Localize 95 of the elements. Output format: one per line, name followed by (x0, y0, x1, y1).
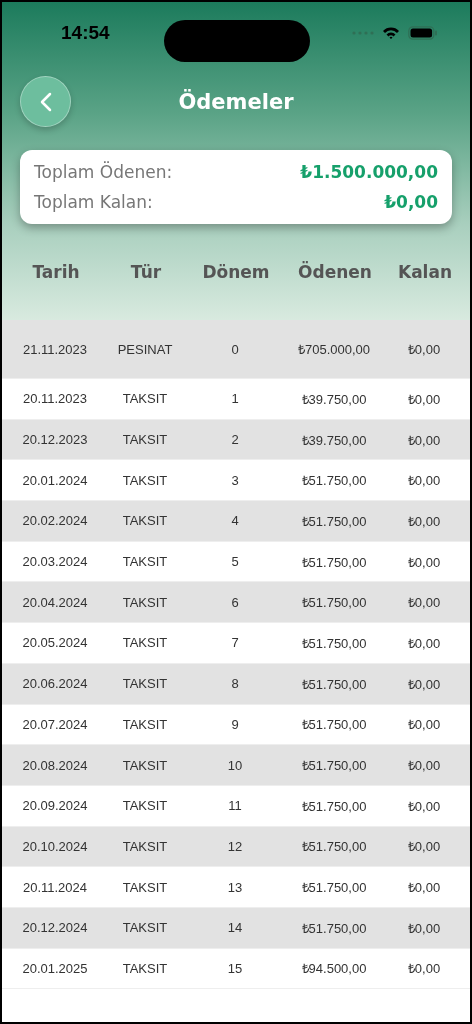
table-cell-text: ₺51.750,00 (300, 838, 368, 856)
table-cell-text: 20.02.2024 (21, 513, 89, 529)
table-cell-text: 20.11.2023 (21, 391, 89, 407)
table-cell-text: ₺0,00 (406, 716, 442, 734)
table-cell-text: ₺0,00 (406, 634, 442, 652)
table-cell-text: 20.09.2024 (21, 798, 89, 814)
table-cell-text: 13 (226, 879, 244, 895)
table-cell-text: TAKSIT (121, 594, 169, 610)
table-cell-text: 8 (230, 676, 240, 692)
table-cell-text: ₺0,00 (406, 341, 442, 358)
table-cell-text: ₺51.750,00 (300, 512, 368, 530)
table-cell-text: TAKSIT (121, 838, 169, 854)
table-cell-text: ₺0,00 (406, 879, 442, 897)
table-cell-text: 10 (226, 757, 244, 773)
table-cell-text: TAKSIT (121, 879, 169, 895)
table-cell-text: ₺51.750,00 (300, 594, 368, 612)
summary-label: Toplam Kalan: (34, 192, 153, 212)
table-cell-text: 20.01.2025 (21, 960, 89, 976)
table-cell-text: 5 (230, 554, 240, 570)
table-cell-text: 20.05.2024 (21, 635, 89, 651)
table-cell-text: 9 (230, 716, 240, 732)
table-cell-text: 6 (230, 594, 240, 610)
battery-icon (408, 26, 438, 40)
status-time: 14:54 (61, 22, 110, 44)
table-cell-text: TAKSIT (121, 716, 169, 732)
table-cell-text: 2 (230, 432, 240, 448)
table-cell-text: ₺94.500,00 (300, 960, 368, 978)
column-header: Tür (129, 262, 163, 282)
table-cell-text: TAKSIT (121, 798, 169, 814)
table-cell-text: ₺0,00 (406, 553, 442, 571)
table-cell-text: TAKSIT (121, 635, 169, 651)
table-cell-text: 20.12.2024 (21, 920, 89, 936)
table-cell-text: 20.01.2024 (21, 472, 89, 488)
table-cell-text: ₺0,00 (406, 390, 442, 408)
table-cell-text: 20.12.2023 (21, 432, 89, 448)
table-cell-text: 20.10.2024 (21, 838, 89, 854)
table-cell-text: ₺705.000,00 (296, 341, 372, 358)
table-cell-text: ₺51.750,00 (300, 716, 368, 734)
column-header: Ödenen (297, 262, 373, 282)
summary-label: Toplam Ödenen: (34, 162, 173, 182)
chevron-left-icon (39, 91, 52, 112)
table-cell-text: 14 (226, 920, 244, 936)
table-cell-text: 20.03.2024 (21, 554, 89, 570)
table-cell-text: ₺0,00 (406, 594, 442, 612)
table-cell-text: ₺51.750,00 (300, 553, 368, 571)
table-cell-text: 20.08.2024 (21, 757, 89, 773)
table-cell-text: TAKSIT (121, 432, 169, 448)
table-cell-text: ₺0,00 (406, 431, 442, 449)
table-cell-text: TAKSIT (121, 472, 169, 488)
table-cell-text: ₺0,00 (406, 472, 442, 490)
table-cell-text: ₺39.750,00 (300, 390, 368, 408)
table-cell-text: ₺0,00 (406, 919, 442, 937)
table-cell-text: ₺0,00 (406, 960, 442, 978)
back-button[interactable] (20, 76, 71, 127)
table-cell-text: 20.04.2024 (21, 594, 89, 610)
column-header: Tarih (31, 262, 81, 282)
table-cell-text: TAKSIT (121, 391, 169, 407)
table-cell-text: PESINAT (116, 341, 174, 357)
page-title: Ödemeler (178, 90, 294, 114)
table-cell-text: ₺51.750,00 (300, 634, 368, 652)
table-cell-text: 4 (230, 513, 240, 529)
table-cell-text: 20.11.2024 (21, 879, 89, 895)
summary-value: ₺1.500.000,00 (300, 162, 438, 182)
table-cell-text: TAKSIT (121, 960, 169, 976)
table-cell-text: ₺51.750,00 (300, 757, 368, 775)
table-cell-text: TAKSIT (121, 513, 169, 529)
table-cell-text: ₺0,00 (406, 512, 442, 530)
table-cell-text: 11 (227, 798, 243, 814)
table-cell-text: TAKSIT (121, 554, 169, 570)
table-cell-text: 20.06.2024 (21, 676, 89, 692)
table-cell-text: 7 (230, 635, 240, 651)
column-header: Dönem (201, 262, 271, 282)
wifi-icon (382, 26, 400, 40)
table-cell-text: 3 (230, 472, 240, 488)
table-cell-text: ₺51.750,00 (300, 675, 368, 693)
table-cell-text: TAKSIT (121, 676, 169, 692)
table-cell-text: ₺39.750,00 (300, 431, 368, 449)
table-cell-text: TAKSIT (121, 757, 169, 773)
table-cell-text: 21.11.2023 (21, 341, 89, 357)
table-cell-text: ₺0,00 (406, 797, 442, 815)
table-cell-text: 15 (226, 960, 244, 976)
summary-value: ₺0,00 (384, 192, 438, 212)
table-cell-text: ₺51.750,00 (300, 472, 368, 490)
table-cell-text: ₺0,00 (406, 675, 442, 693)
table-cell-text: ₺51.750,00 (300, 879, 368, 897)
table-cell-text: ₺51.750,00 (300, 797, 368, 815)
table-cell-text: ₺51.750,00 (300, 919, 368, 937)
table-cell-text: 20.07.2024 (21, 716, 89, 732)
table-cell-text: 0 (230, 341, 240, 357)
table-cell-text: 1 (230, 391, 240, 407)
table-cell-text: TAKSIT (121, 920, 169, 936)
table-cell-text: 12 (226, 838, 244, 854)
table-cell-text: ₺0,00 (406, 757, 442, 775)
column-header: Kalan (396, 262, 453, 282)
table-cell-text: ₺0,00 (406, 838, 442, 856)
